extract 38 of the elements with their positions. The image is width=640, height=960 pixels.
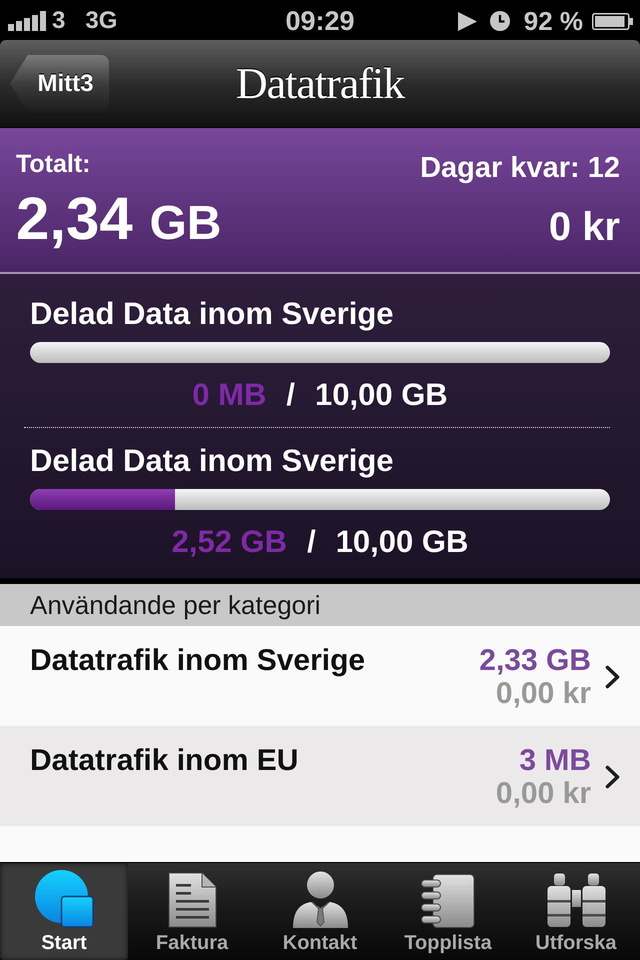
chevron-right-icon [605,765,620,789]
screen-title: Datatrafik [236,60,404,108]
back-button[interactable]: Mitt3 [10,54,109,112]
tab-bar-item[interactable]: Start [0,863,128,960]
clock-time: 09:29 [285,8,355,34]
document-icon [168,872,216,928]
row-cost: 0,00 kr [496,677,591,710]
carrier-name: 3 [52,9,66,33]
row-cost: 0,00 kr [496,777,591,810]
row-title: Datatrafik inom EU [30,744,300,777]
clock-icon [490,11,510,31]
signal-icon [8,11,46,31]
tab-bar-item[interactable]: Topplista [384,863,512,960]
binoculars-icon [546,873,606,928]
network-type: 3G [85,9,118,33]
row-amount: 2,33 GB [479,644,591,677]
play-icon [458,12,477,30]
tab-bar-item[interactable]: Kontakt [256,863,384,960]
total-amount: 2,34 GB [16,189,222,254]
tab-bar-item[interactable]: Faktura [128,863,256,960]
total-cost: 0 kr [548,207,620,247]
section-header: Användande per kategori [0,584,640,626]
usage-reading: 2,52 GB / 10,00 GB [172,526,468,557]
chevron-right-icon [605,665,620,689]
battery-icon [592,12,633,30]
days-left: Dagar kvar: 12 [420,154,620,183]
usage-reading: 0 MB / 10,00 GB [192,379,448,410]
list-row[interactable]: Datatrafik inom EU 3 MB 0,00 kr [0,726,640,826]
tab-bar-item[interactable]: Utforska [512,863,640,960]
total-label: Totalt: [16,152,91,177]
row-amount: 3 MB [519,744,591,777]
meter-title: Delad Data inom Sverige [30,445,395,476]
shapes-icon [34,870,94,928]
meter-title: Delad Data inom Sverige [30,298,395,329]
battery-percentage: 92 % [524,8,583,34]
notebook-icon [421,874,475,928]
person-icon [292,871,348,928]
row-title: Datatrafik inom Sverige [30,644,366,677]
